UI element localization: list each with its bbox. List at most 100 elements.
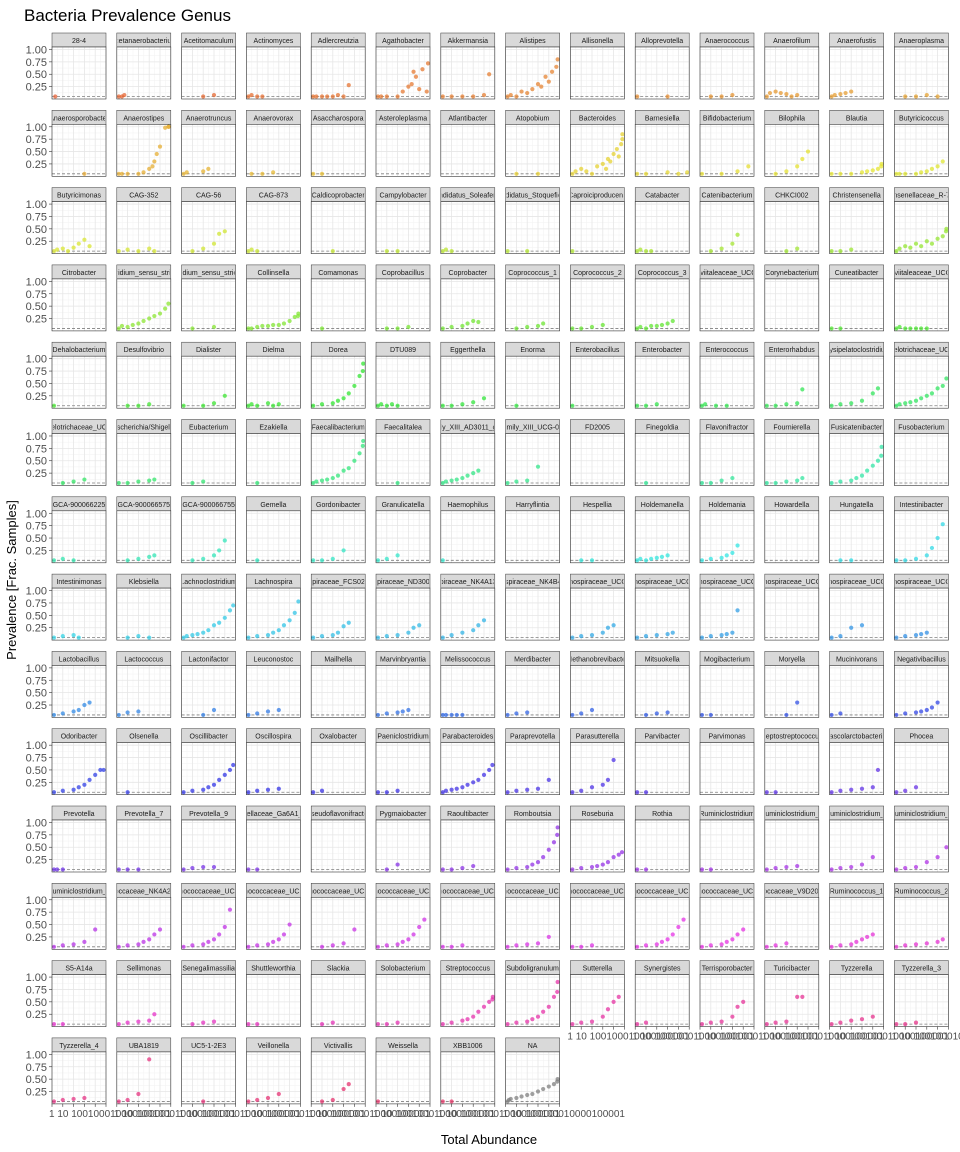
facet-strip-label: Enorma [520,347,545,354]
data-point [708,249,713,254]
data-point [829,480,834,486]
facet-strip-label: Anaerofustis [837,38,876,45]
data-point [764,790,769,795]
data-point [784,864,789,870]
data-point [311,403,316,408]
data-point [638,556,643,561]
data-point [130,322,135,328]
data-point [849,787,854,792]
facet-panel: Defluviitaleaceae_UCG-011 [894,264,949,332]
data-point [76,241,81,246]
data-point [649,556,654,561]
data-point [217,231,222,236]
data-point [352,383,357,389]
data-point [227,767,233,773]
data-point [643,480,649,486]
data-point [784,169,789,174]
facet-strip-label: Lachnospira [254,579,292,586]
facet-panel: Prevotellaceae_Ga6A1_group [245,805,301,873]
data-point [929,705,935,710]
facet-strip-label: Asteroleplasma [379,115,427,122]
facet-panel: Clostridium_sensu_stricto_13 [181,264,237,332]
facet-strip-label: Merdibacter [514,656,552,663]
facet-strip-label: Pseudoflavonifractor [306,811,370,818]
data-point [154,151,159,157]
y-tick-label: 0.75 [26,57,47,69]
data-point [190,865,195,871]
data-point [454,712,459,718]
data-point [296,599,301,604]
data-point [784,479,789,484]
data-point [271,170,276,175]
data-point [249,92,254,98]
data-point [406,707,411,713]
data-point [82,782,87,787]
data-point [82,237,87,242]
facet-strip-label: Ruminiclostridium_9 [890,811,953,818]
data-point [838,479,843,484]
data-point [417,86,422,92]
y-tick-label: 1.00 [26,895,47,907]
data-point [260,94,265,99]
data-point [406,630,411,635]
data-point [699,635,705,640]
data-point [147,554,152,559]
data-point [375,712,381,718]
facet-strip-label: Oxalobacter [319,734,357,741]
data-point [211,324,217,330]
data-point [654,942,659,947]
data-point [913,398,919,403]
faceted-scatter-figure: Bacteria Prevalence Genus Prevalence [Fr… [4,6,960,1147]
data-point [620,132,625,137]
data-point [409,82,414,87]
data-point [211,623,217,628]
data-point [330,556,335,561]
facet-panel: Anaeroplasma [894,32,949,100]
facet-panel: Alloprevotella [634,32,690,100]
data-point [411,932,416,937]
facet-strip-label: Enterococcus [706,347,749,354]
facet-strip-label: Adlercreutzia [318,38,359,45]
data-point [195,632,200,637]
data-point [849,558,854,563]
y-tick-label: 0.50 [26,224,47,236]
data-point [147,937,152,942]
y-tick-label: 0.25 [26,545,47,557]
data-point [395,633,400,638]
data-point [325,94,330,99]
data-point [116,867,121,872]
data-point [341,468,346,473]
data-point [361,361,366,366]
facet-panel: Corynebacterium [764,264,820,332]
data-point [125,247,130,252]
data-point [389,402,395,407]
data-point [713,403,719,408]
facet-strip-label: Catenibacterium [702,193,753,200]
data-point [611,151,616,157]
facet-strip-label: Lachnospiraceae_UCG-010 [748,579,835,586]
data-point [784,249,789,254]
data-point [395,942,400,947]
data-point [685,170,690,175]
y-tick-label: 1.00 [26,817,47,829]
y-tick-label: 0.50 [26,301,47,313]
facet-strip-label: Family_XIII_UCG-001 [498,425,567,432]
data-point [764,94,769,99]
data-point [360,368,365,374]
facet-panel: Parabacteroides [440,728,496,796]
facet-panel: Holdemania [699,496,755,564]
y-tick-label: 0.50 [26,765,47,777]
facet-strip-label: Marvinbryantia [380,656,426,663]
facet-panels: 28-40.250.500.751.00Acetanaerobacterium A… [26,32,960,1120]
data-point [789,94,794,99]
data-point [894,867,899,872]
chart-title: Bacteria Prevalence Genus [24,6,231,25]
data-point [51,712,57,718]
data-point [764,403,769,408]
data-point [246,867,251,872]
data-point [335,398,341,403]
y-tick-label: 0.75 [26,366,47,378]
facet-strip-label: Coprobacter [449,270,488,277]
data-point [147,478,152,483]
data-point [319,478,325,483]
